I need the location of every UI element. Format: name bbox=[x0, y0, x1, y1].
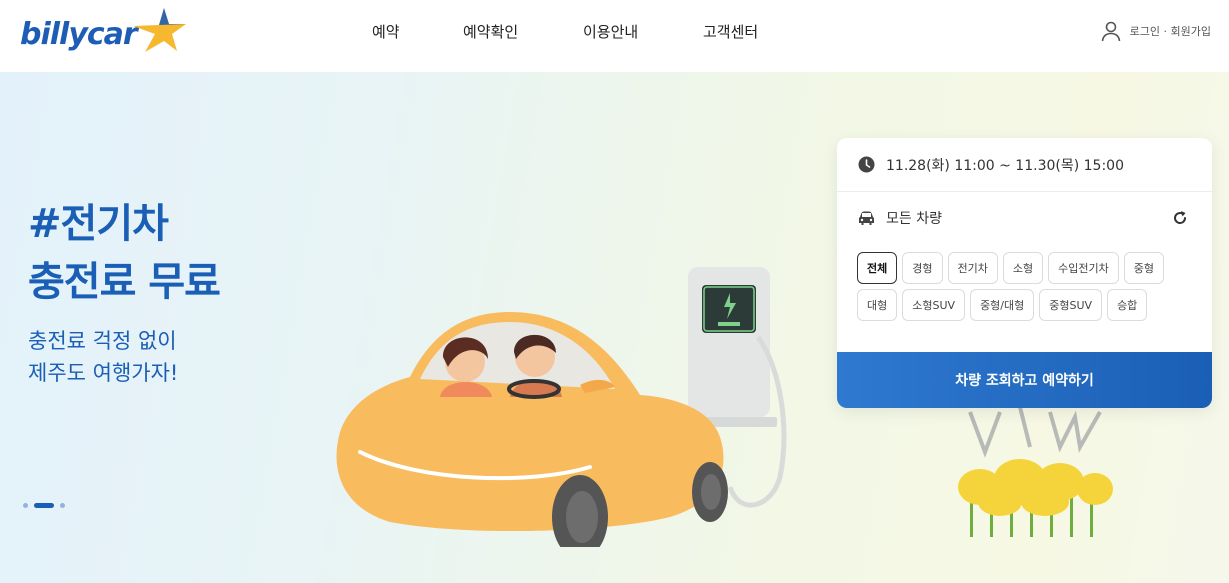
header: billycar 예약 예약확인 이용안내 고객센터 로그인 · 회원가입 bbox=[0, 0, 1229, 72]
datetime-text: 11.28(화) 11:00 ~ 11.30(목) 15:00 bbox=[886, 157, 1124, 174]
chip-van[interactable]: 승합 bbox=[1107, 289, 1148, 321]
user-area: 로그인 · 회원가입 bbox=[1100, 20, 1211, 42]
hero-subtitle-line1: 충전료 걱정 없이 bbox=[28, 329, 177, 353]
chip-imported-electric[interactable]: 수입전기차 bbox=[1048, 252, 1119, 284]
vehicle-type-selector: 모든 차량 bbox=[837, 192, 1212, 244]
chip-midsize[interactable]: 중형 bbox=[1123, 252, 1164, 284]
chip-large[interactable]: 대형 bbox=[857, 289, 898, 321]
booking-card: 11.28(화) 11:00 ~ 11.30(목) 15:00 모든 차량 전체… bbox=[837, 138, 1212, 408]
nav-reservation-check[interactable]: 예약확인 bbox=[463, 20, 583, 44]
chip-small[interactable]: 소형 bbox=[1002, 252, 1044, 284]
hero-title: #전기차 충전료 무료 bbox=[28, 195, 221, 311]
nav-reservation[interactable]: 예약 bbox=[372, 20, 463, 44]
slide-dot-active[interactable] bbox=[34, 503, 54, 508]
hero-title-line2: 충전료 무료 bbox=[28, 259, 221, 305]
datetime-selector[interactable]: 11.28(화) 11:00 ~ 11.30(목) 15:00 bbox=[837, 138, 1212, 192]
logo[interactable]: billycar bbox=[20, 8, 187, 58]
chip-electric[interactable]: 전기차 bbox=[947, 252, 998, 284]
main-nav: 예약 예약확인 이용안내 고객센터 bbox=[372, 20, 803, 44]
vehicle-category-chips: 전체 경형 전기차 소형 수입전기차 중형 대형 소형SUV 중형/대형 중형S… bbox=[857, 252, 1197, 321]
ev-car-illustration bbox=[336, 267, 787, 547]
hero-subtitle-line2: 제주도 여행가자! bbox=[28, 361, 179, 385]
nav-customer-center[interactable]: 고객센터 bbox=[703, 20, 803, 44]
clock-icon bbox=[858, 156, 875, 173]
chip-mid-large[interactable]: 중형/대형 bbox=[970, 289, 1035, 321]
hero-title-line1: #전기차 bbox=[28, 201, 169, 247]
chip-all[interactable]: 전체 bbox=[857, 252, 898, 284]
chip-compact[interactable]: 경형 bbox=[902, 252, 943, 284]
slide-dot[interactable] bbox=[60, 503, 65, 508]
car-icon bbox=[859, 211, 874, 225]
slide-indicator bbox=[23, 503, 65, 508]
user-icon[interactable] bbox=[1100, 20, 1122, 42]
refresh-icon[interactable] bbox=[1172, 210, 1188, 226]
canola-flowers-illustration bbox=[958, 407, 1113, 537]
star-icon bbox=[132, 8, 186, 52]
vehicle-label: 모든 차량 bbox=[886, 211, 942, 227]
chip-small-suv[interactable]: 소형SUV bbox=[902, 289, 966, 321]
nav-guide[interactable]: 이용안내 bbox=[583, 20, 703, 44]
search-reserve-button[interactable]: 차량 조회하고 예약하기 bbox=[837, 352, 1212, 408]
logo-text: billycar bbox=[20, 16, 138, 52]
slide-dot[interactable] bbox=[23, 503, 28, 508]
login-signup-link[interactable]: 로그인 · 회원가입 bbox=[1130, 23, 1211, 39]
hero-subtitle: 충전료 걱정 없이 제주도 여행가자! bbox=[28, 325, 178, 389]
chip-mid-suv[interactable]: 중형SUV bbox=[1039, 289, 1103, 321]
